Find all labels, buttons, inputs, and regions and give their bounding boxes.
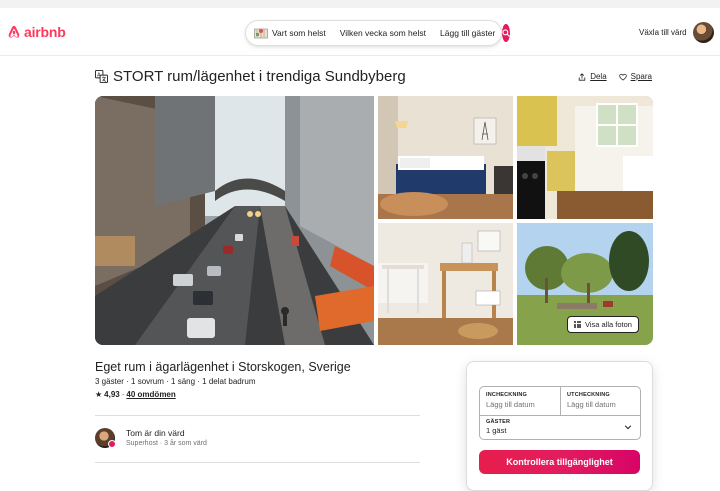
search-icon [502, 29, 511, 37]
page-title: STORT rum/lägenhet i trendiga Sundbyberg [113, 67, 406, 85]
rating-value: 4,93 [104, 390, 120, 399]
photo-street[interactable] [95, 96, 374, 345]
translate-icon[interactable]: A [95, 69, 108, 83]
checkout-label: UTCHECKNING [567, 392, 610, 398]
logo-text: airbnb [24, 24, 66, 40]
search-button[interactable] [502, 24, 511, 42]
search-when-label: Vilken vecka som helst [339, 28, 427, 38]
heart-icon [618, 73, 627, 80]
bedroom-photo-image [378, 96, 513, 219]
booking-card: INCHECKNING Lägg till datum UTCHECKNING … [466, 361, 653, 491]
show-all-photos-label: Visa alla foton [585, 320, 632, 329]
host-name: Tom är din värd [126, 428, 185, 438]
airbnb-logo[interactable]: airbnb [7, 24, 66, 40]
section-divider [95, 415, 420, 416]
chevron-down-icon [624, 425, 632, 430]
grid-dots-icon [574, 321, 581, 328]
search-who-label: Lägg till gäster [440, 28, 496, 38]
save-button[interactable]: Spara [618, 72, 652, 81]
search-where[interactable]: Vart som helst [246, 21, 333, 45]
search-who[interactable]: Lägg till gäster [433, 21, 502, 45]
checkin-field[interactable]: INCHECKNING Lägg till datum [480, 387, 561, 415]
share-button[interactable]: Dela [578, 72, 607, 81]
save-label: Spara [630, 72, 652, 81]
site-header: airbnb Vart som helst Vilken vecka som h… [0, 8, 720, 56]
photo-desk[interactable] [378, 223, 513, 345]
checkout-value: Lägg till datum [567, 400, 616, 409]
user-avatar[interactable] [693, 22, 714, 43]
share-label: Dela [590, 72, 607, 81]
host-meta: Superhost · 3 år som värd [126, 440, 207, 447]
checkout-field[interactable]: UTCHECKNING Lägg till datum [561, 387, 642, 415]
reviews-link[interactable]: 40 omdömen [126, 390, 175, 399]
desk-photo-image [378, 223, 513, 345]
search-when[interactable]: Vilken vecka som helst [333, 21, 433, 45]
checkin-label: INCHECKNING [486, 392, 528, 398]
browser-top-strip [0, 0, 720, 8]
share-icon [578, 72, 586, 81]
search-bar[interactable]: Vart som helst Vilken vecka som helst Lä… [245, 20, 511, 46]
title-actions: Dela Spara [578, 72, 652, 81]
map-icon [254, 28, 268, 39]
star-icon: ★ [95, 390, 103, 399]
kitchen-photo-image [517, 96, 653, 219]
switch-to-host-link[interactable]: Växla till värd [639, 28, 687, 37]
search-where-label: Vart som helst [272, 28, 326, 38]
guests-field[interactable]: GÄSTER 1 gäst [480, 415, 640, 440]
photo-gallery [95, 96, 653, 345]
rating-separator: · [121, 390, 125, 399]
listing-facts: 3 gäster · 1 sovrum · 1 säng · 1 delat b… [95, 377, 256, 386]
listing-subtitle: Eget rum i ägarlägenhet i Storskogen, Sv… [95, 360, 351, 374]
superhost-badge-icon [108, 440, 116, 448]
photo-bedroom[interactable] [378, 96, 513, 219]
airbnb-logo-icon [8, 25, 20, 38]
booking-inputs: INCHECKNING Lägg till datum UTCHECKNING … [479, 386, 641, 440]
guests-value: 1 gäst [486, 426, 507, 435]
listing-title-row: A STORT rum/lägenhet i trendiga Sundbybe… [95, 66, 655, 86]
section-divider [95, 462, 420, 463]
checkin-value: Lägg till datum [486, 400, 535, 409]
show-all-photos-button[interactable]: Visa alla foton [567, 316, 639, 333]
check-availability-button[interactable]: Kontrollera tillgänglighet [479, 450, 640, 474]
rating-row: ★ 4,93 · 40 omdömen [95, 390, 176, 399]
street-photo-image [95, 96, 374, 345]
photo-kitchen[interactable] [517, 96, 653, 219]
guests-label: GÄSTER [486, 419, 511, 425]
